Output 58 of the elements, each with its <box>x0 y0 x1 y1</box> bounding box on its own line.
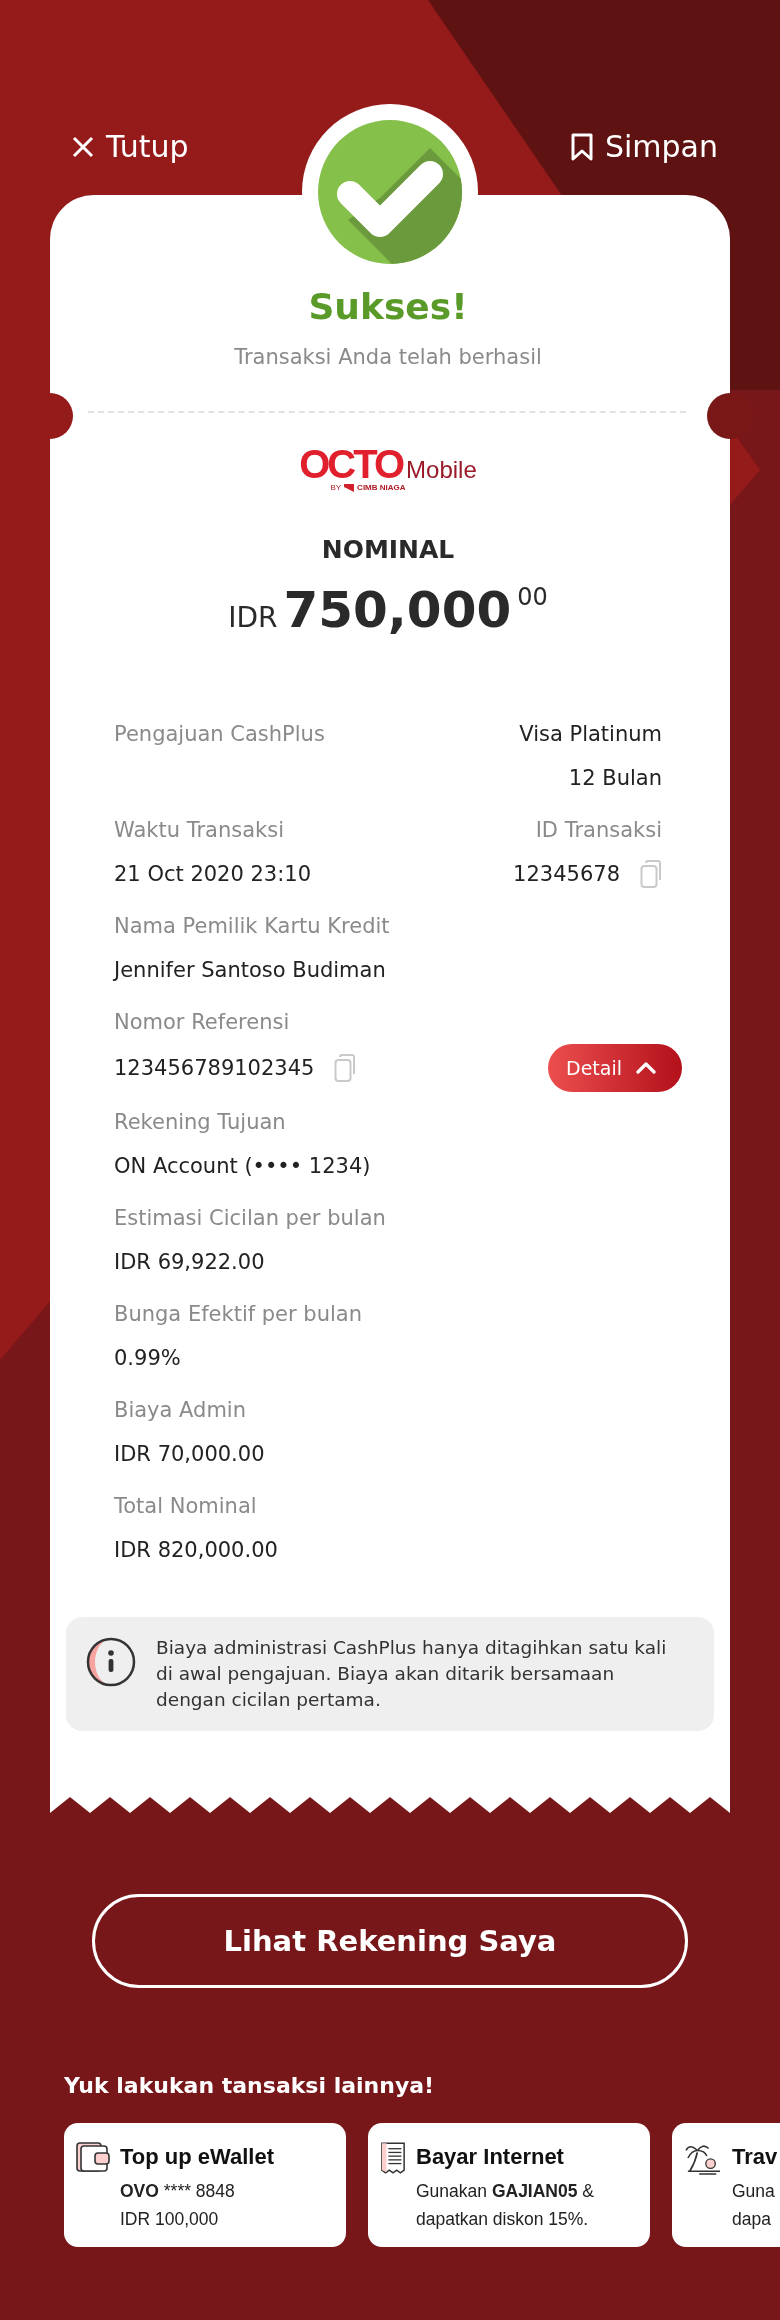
detail-value: 12 Bulan <box>568 765 662 792</box>
close-button[interactable]: Tutup <box>72 123 189 171</box>
detail-label: Bunga Efektif per bulan <box>114 1301 363 1328</box>
notice-text: Biaya administrasi CashPlus hanya ditagihkan satu kali di awal pengajuan. Biaya akan ditarik bersamaan dengan cicilan pertama. <box>156 1636 668 1712</box>
card-text: dapa <box>732 2208 772 2231</box>
save-button[interactable]: Simpan <box>570 123 718 171</box>
logo-mark: OCTO <box>299 445 403 483</box>
amount-currency: IDR <box>228 600 278 636</box>
card-text: Guna <box>732 2180 776 2203</box>
card-text: IDR 100,000 <box>120 2208 220 2231</box>
card-title: Bayar Internet <box>416 2143 565 2171</box>
card-text: Gunakan GAJIAN05 & <box>416 2180 595 2203</box>
amount-label: NOMINAL <box>320 534 456 566</box>
detail-label: Total Nominal <box>114 1493 258 1520</box>
copy-icon[interactable] <box>640 859 662 889</box>
card-text: OVO **** 8848 <box>120 2180 236 2203</box>
chevron-icon <box>636 1062 656 1074</box>
card-title: Top up eWallet <box>120 2143 274 2171</box>
detail-value: ON Account (•••• 1234) <box>114 1153 371 1180</box>
bookmark-icon <box>570 133 593 161</box>
suggestion-card[interactable]: Bayar Internet Gunakan GAJIAN05 & dapatkan diskon 15%. <box>368 2123 650 2247</box>
receipt-icon <box>380 2141 406 2175</box>
close-icon <box>72 136 94 158</box>
logo-byline: BY <box>330 483 342 493</box>
card-title: Trav <box>732 2143 778 2171</box>
detail-label: Estimasi Cicilan per bulan <box>114 1205 387 1232</box>
amount-value: 750,000 <box>283 580 512 640</box>
detail-value: IDR 69,922.00 <box>114 1249 265 1276</box>
amount-cents: 00 <box>517 582 548 613</box>
detail-label: Pengajuan CashPlus <box>114 721 325 748</box>
view-account-button[interactable]: Lihat Rekening Saya <box>92 1894 688 1988</box>
detail-value: Visa Platinum <box>519 721 662 748</box>
detail-button[interactable]: Detail <box>548 1044 682 1092</box>
status-title: Sukses! <box>307 285 469 329</box>
detail-value: 123456789102345 <box>114 1055 315 1082</box>
detail-label: Waktu Transaksi <box>114 817 285 844</box>
suggestion-card[interactable]: Trav Guna dapa <box>672 2123 780 2247</box>
detail-label: Rekening Tujuan <box>114 1109 287 1136</box>
info-icon <box>86 1637 136 1687</box>
copy-icon[interactable] <box>334 1053 357 1083</box>
detail-label: Nama Pemilik Kartu Kredit <box>114 913 391 940</box>
detail-label: Nomor Referensi <box>114 1009 291 1036</box>
section-title: Yuk lakukan tansaksi lainnya! <box>64 2072 436 2100</box>
detail-label: Biaya Admin <box>114 1397 247 1424</box>
detail-value: 12345678 <box>513 861 620 888</box>
card-text: dapatkan diskon 15%. <box>416 2208 590 2231</box>
detail-value: IDR 820,000.00 <box>114 1537 278 1564</box>
detail-label: ID Transaksi <box>535 817 662 844</box>
detail-value: 0.99% <box>114 1345 181 1372</box>
logo-byline: CIMB NIAGA <box>357 483 406 493</box>
suggestion-card[interactable]: Top up eWallet OVO **** 8848 IDR 100,000 <box>64 2123 346 2247</box>
detail-value: Jennifer Santoso Budiman <box>114 957 386 984</box>
flag-icon <box>344 484 355 492</box>
logo-suffix: Mobile <box>406 457 477 483</box>
wallet-icon <box>76 2141 110 2173</box>
status-subtitle: Transaksi Anda telah berhasil <box>233 344 543 371</box>
detail-value: 21 Oct 2020 23:10 <box>114 861 312 888</box>
detail-value: IDR 70,000.00 <box>114 1441 265 1468</box>
